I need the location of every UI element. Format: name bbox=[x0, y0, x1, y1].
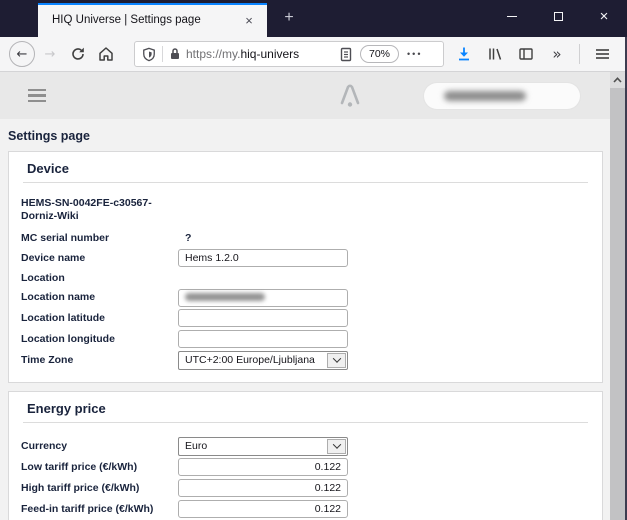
url-fade-overlay bbox=[321, 47, 339, 61]
mc-serial-row: MC serial number ? bbox=[21, 229, 590, 248]
browser-toolbar: ← → https:// bbox=[0, 37, 627, 72]
url-scheme: https://my. bbox=[186, 47, 240, 61]
feedin-tariff-row: Feed-in tariff price (€/kWh) bbox=[21, 499, 590, 520]
window-controls: × bbox=[489, 0, 627, 33]
active-tab-stripe bbox=[38, 3, 267, 5]
back-button[interactable]: ← bbox=[8, 40, 36, 68]
mc-serial-value: ? bbox=[178, 232, 348, 244]
location-group-label: Location bbox=[21, 269, 590, 287]
location-longitude-row: Location longitude bbox=[21, 329, 590, 350]
reader-mode-icon[interactable] bbox=[339, 47, 353, 62]
low-tariff-label: Low tariff price (€/kWh) bbox=[21, 461, 178, 473]
scrollbar-thumb[interactable] bbox=[610, 88, 625, 520]
page-scrollbar[interactable] bbox=[610, 72, 625, 520]
new-tab-button[interactable]: + bbox=[278, 7, 300, 29]
chevron-down-icon bbox=[332, 355, 340, 363]
library-icon bbox=[487, 46, 503, 62]
forward-icon: → bbox=[45, 47, 56, 62]
device-serial-number: HEMS-SN-0042FE-c30567-Dorniz-Wiki bbox=[21, 197, 186, 224]
device-section: Device HEMS-SN-0042FE-c30567-Dorniz-Wiki… bbox=[8, 151, 603, 383]
hamburger-menu-icon bbox=[595, 47, 610, 61]
browser-titlebar: HIQ Universe | Settings page × + × bbox=[0, 0, 627, 37]
browser-menu-button[interactable] bbox=[591, 42, 613, 66]
high-tariff-label: High tariff price (€/kWh) bbox=[21, 482, 178, 494]
maximize-icon bbox=[554, 12, 563, 21]
energy-price-section: Energy price Currency Euro Low tariff pr… bbox=[8, 391, 603, 520]
toolbar-right-icons: » bbox=[453, 42, 613, 66]
currency-label: Currency bbox=[21, 440, 178, 452]
tab-title: HIQ Universe | Settings page bbox=[52, 14, 241, 26]
home-button[interactable] bbox=[92, 40, 120, 68]
low-tariff-input[interactable] bbox=[178, 458, 348, 476]
toolbar-divider bbox=[579, 44, 580, 64]
timezone-select[interactable]: UTC+2:00 Europe/Ljubljana bbox=[178, 351, 348, 370]
sidebar-button[interactable] bbox=[515, 42, 537, 66]
device-name-input[interactable] bbox=[178, 249, 348, 267]
home-icon bbox=[98, 46, 114, 62]
timezone-row: Time Zone UTC+2:00 Europe/Ljubljana bbox=[21, 350, 590, 371]
currency-dropdown-arrow-box bbox=[327, 439, 346, 454]
downloads-button[interactable] bbox=[453, 42, 475, 66]
sidebar-icon bbox=[518, 46, 534, 62]
mc-serial-label: MC serial number bbox=[21, 232, 178, 244]
url-bar[interactable]: https://my.hiq-univers 70% ••• bbox=[134, 41, 444, 67]
reload-button[interactable] bbox=[64, 40, 92, 68]
timezone-selected-value: UTC+2:00 Europe/Ljubljana bbox=[180, 354, 327, 366]
location-longitude-label: Location longitude bbox=[21, 333, 178, 345]
library-button[interactable] bbox=[484, 42, 506, 66]
device-section-title: Device bbox=[9, 152, 602, 176]
scroll-up-arrow-icon bbox=[613, 77, 622, 83]
timezone-dropdown-arrow-box bbox=[327, 353, 346, 368]
app-header bbox=[0, 72, 610, 119]
location-name-redacted bbox=[185, 293, 265, 301]
url-text[interactable]: https://my.hiq-univers bbox=[186, 47, 339, 61]
close-icon: × bbox=[600, 9, 609, 24]
tab-close-icon[interactable]: × bbox=[241, 13, 257, 28]
high-tariff-input[interactable] bbox=[178, 479, 348, 497]
zoom-level-badge[interactable]: 70% bbox=[360, 45, 399, 63]
close-button[interactable]: × bbox=[581, 0, 627, 33]
page-actions-icon[interactable]: ••• bbox=[407, 49, 422, 59]
account-button[interactable] bbox=[424, 83, 580, 109]
reload-icon bbox=[70, 46, 86, 62]
chevron-down-icon bbox=[332, 441, 340, 449]
minimize-icon bbox=[507, 16, 517, 17]
browser-tab[interactable]: HIQ Universe | Settings page × bbox=[38, 3, 267, 37]
device-name-label: Device name bbox=[21, 252, 178, 264]
location-name-label: Location name bbox=[21, 291, 178, 303]
download-icon bbox=[456, 46, 472, 62]
forward-button[interactable]: → bbox=[36, 40, 64, 68]
currency-select[interactable]: Euro bbox=[178, 437, 348, 456]
account-name-redacted bbox=[444, 91, 526, 101]
high-tariff-row: High tariff price (€/kWh) bbox=[21, 478, 590, 499]
page-content: Settings page Device HEMS-SN-0042FE-c305… bbox=[0, 72, 610, 520]
currency-selected-value: Euro bbox=[180, 440, 327, 452]
feedin-tariff-label: Feed-in tariff price (€/kWh) bbox=[21, 503, 178, 515]
toolbar-overflow-button[interactable]: » bbox=[546, 42, 568, 66]
low-tariff-row: Low tariff price (€/kWh) bbox=[21, 457, 590, 478]
scrollbar-up-button[interactable] bbox=[610, 72, 625, 88]
browser-window: HIQ Universe | Settings page × + × ← → bbox=[0, 0, 627, 520]
page-title: Settings page bbox=[8, 129, 610, 143]
feedin-tariff-input[interactable] bbox=[178, 500, 348, 518]
lock-icon[interactable] bbox=[169, 47, 181, 61]
timezone-label: Time Zone bbox=[21, 354, 178, 366]
device-name-row: Device name bbox=[21, 248, 590, 269]
location-name-row: Location name bbox=[21, 287, 590, 308]
tracking-protection-shield-icon[interactable] bbox=[142, 47, 156, 62]
url-domain: hiq-univers bbox=[240, 47, 299, 61]
overflow-chevrons-icon: » bbox=[552, 45, 561, 63]
location-latitude-input[interactable] bbox=[178, 309, 348, 327]
back-icon: ← bbox=[9, 41, 35, 67]
urlbar-divider bbox=[162, 46, 163, 62]
location-longitude-input[interactable] bbox=[178, 330, 348, 348]
energy-price-section-title: Energy price bbox=[9, 392, 602, 416]
maximize-button[interactable] bbox=[535, 0, 581, 33]
minimize-button[interactable] bbox=[489, 0, 535, 33]
currency-row: Currency Euro bbox=[21, 436, 590, 457]
app-menu-button[interactable] bbox=[28, 89, 46, 103]
location-latitude-label: Location latitude bbox=[21, 312, 178, 324]
location-latitude-row: Location latitude bbox=[21, 308, 590, 329]
hiq-logo-icon bbox=[338, 83, 362, 109]
